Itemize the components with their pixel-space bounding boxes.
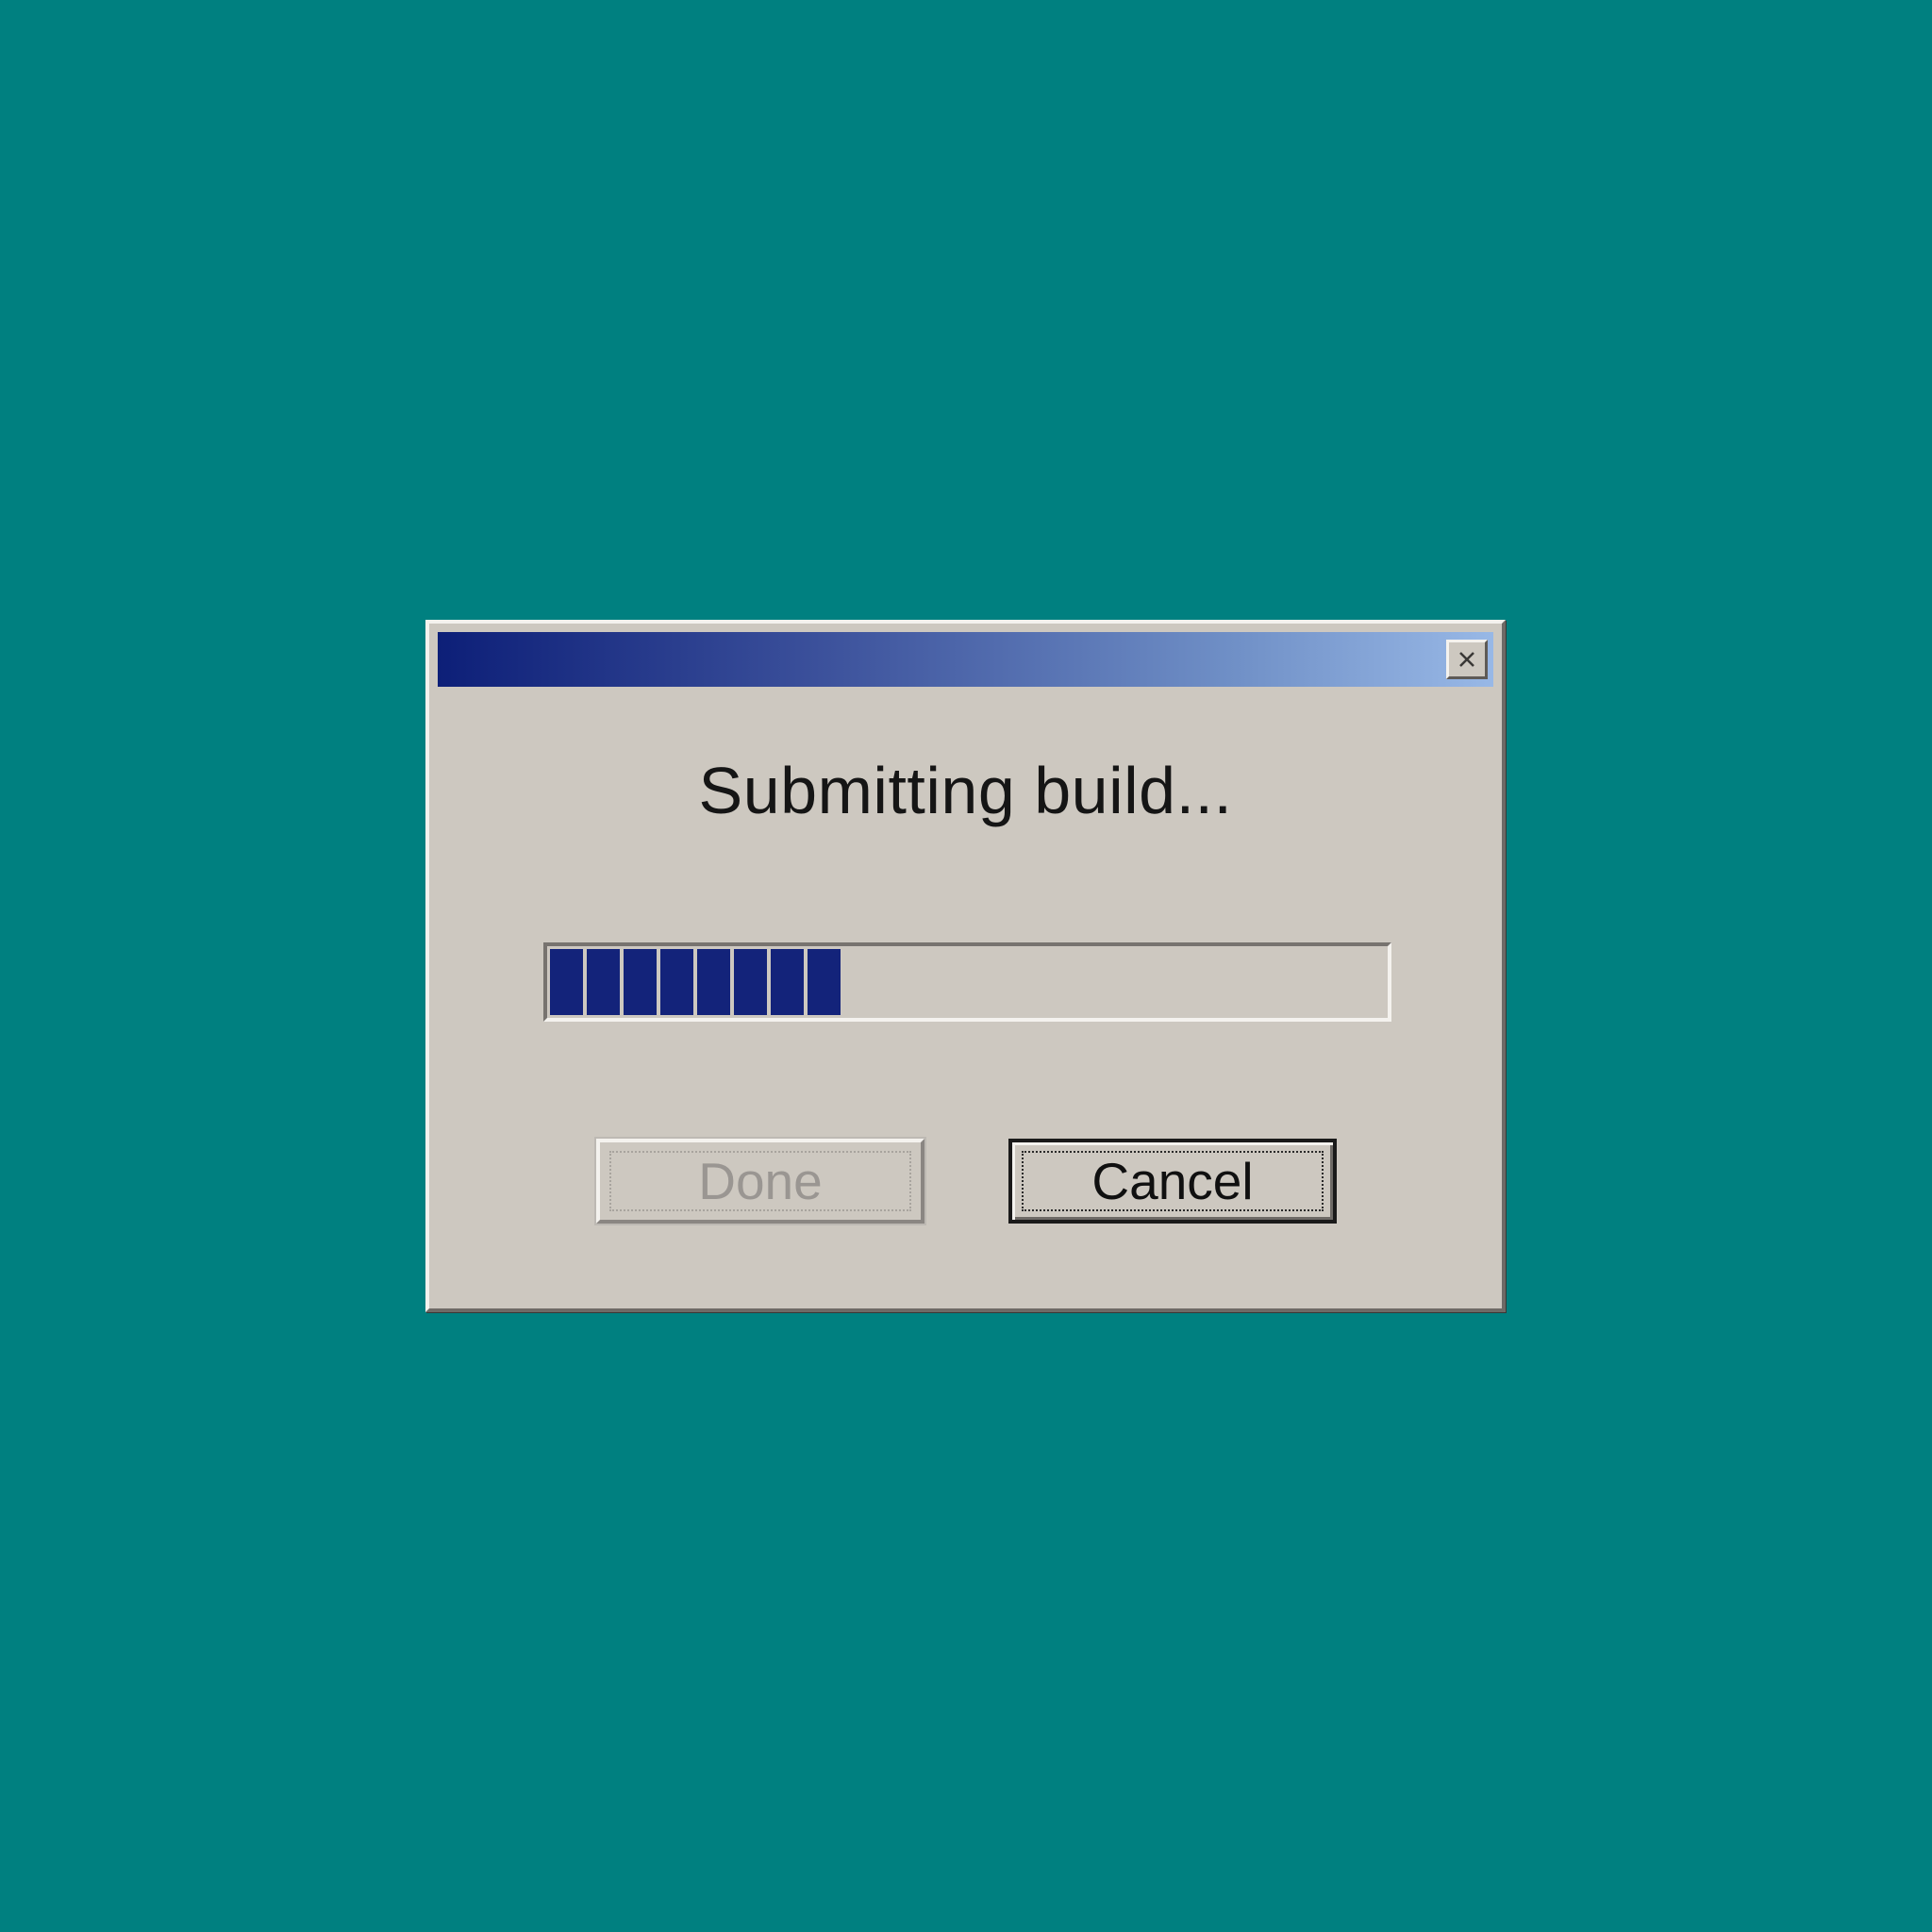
progress-bar [543, 942, 1391, 1022]
cancel-button[interactable]: Cancel [1008, 1139, 1337, 1224]
status-message: Submitting build... [698, 754, 1233, 827]
done-button[interactable]: Done [594, 1137, 926, 1225]
close-button[interactable] [1446, 640, 1488, 679]
title-bar[interactable] [438, 632, 1493, 687]
close-x-icon [1457, 650, 1476, 669]
progress-dialog: Submitting build... Done Cancel [425, 620, 1506, 1312]
cancel-button-label: Cancel [1091, 1152, 1254, 1210]
done-button-label: Done [698, 1152, 823, 1210]
progress-fill [550, 949, 841, 1015]
